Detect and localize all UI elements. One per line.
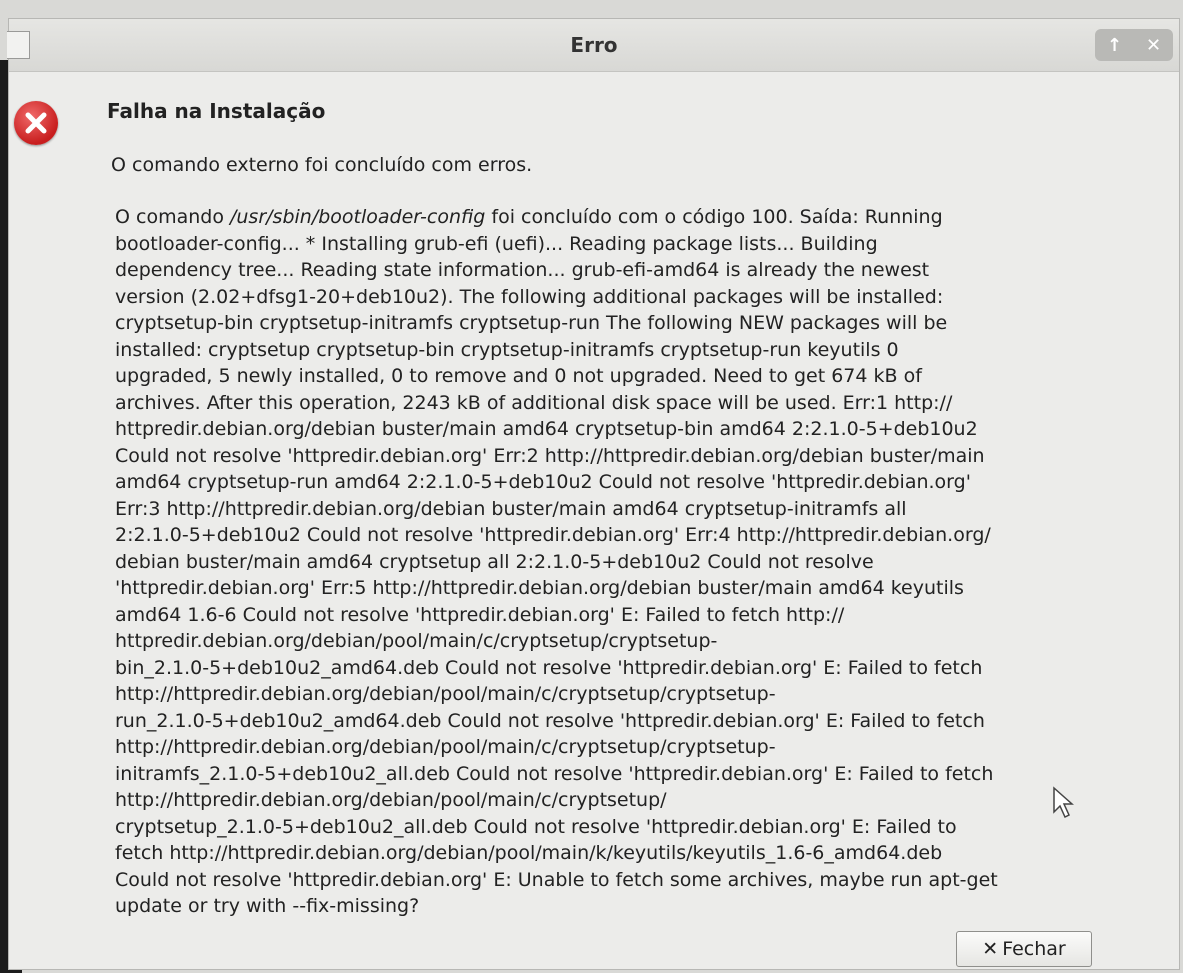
mouse-pointer-icon xyxy=(1053,786,1074,819)
details-output: foi concluído com o código 100. Saída: R… xyxy=(115,206,998,917)
window-controls: ↑ ✕ xyxy=(1095,29,1173,61)
error-details: O comando /usr/sbin/bootloader-config fo… xyxy=(115,204,1125,920)
maximize-button[interactable]: ↑ xyxy=(1101,35,1129,56)
details-prefix: O comando xyxy=(115,206,230,228)
close-button[interactable]: ✕ Fechar xyxy=(956,931,1092,967)
close-icon: ✕ xyxy=(982,938,999,960)
close-button-label: Fechar xyxy=(1002,938,1066,960)
error-icon xyxy=(14,101,58,145)
close-window-button[interactable]: ✕ xyxy=(1140,35,1168,56)
error-x-icon xyxy=(25,112,47,134)
dialog-heading: Falha na Instalação xyxy=(107,99,326,123)
title-bar[interactable]: Erro ↑ ✕ xyxy=(7,19,1179,72)
error-dialog: Erro ↑ ✕ Falha na Instalação O comando e… xyxy=(7,18,1180,970)
dialog-subtitle: O comando externo foi concluído com erro… xyxy=(111,154,533,176)
details-command: /usr/sbin/bootloader-config xyxy=(229,206,486,228)
window-title: Erro xyxy=(570,33,618,57)
